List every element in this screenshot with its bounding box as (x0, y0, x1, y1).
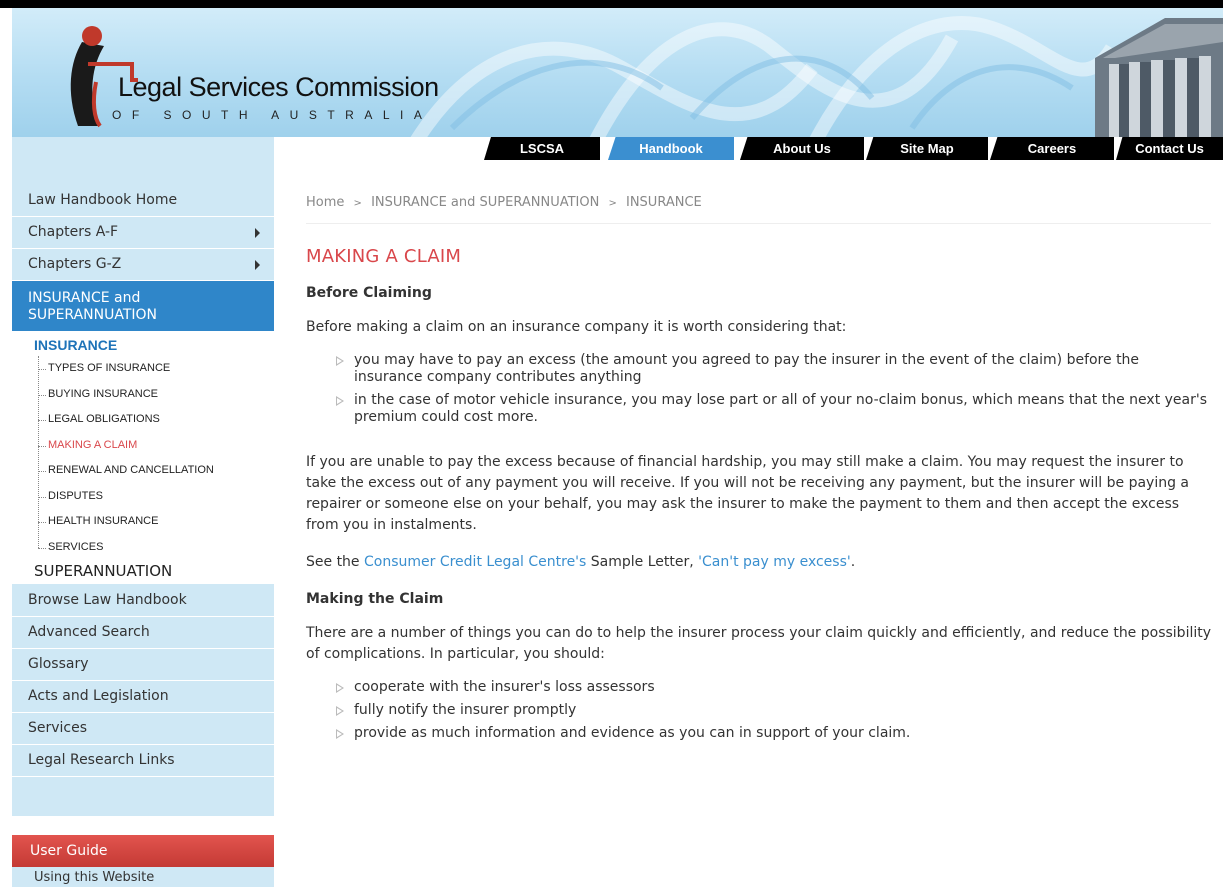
sidebar-item-label: Chapters A-F (28, 224, 119, 240)
sidebar-subsection: INSURANCE TYPES OF INSURANCE BUYING INSU… (12, 332, 274, 585)
sidebar-sub-item-types-of-insurance[interactable]: TYPES OF INSURANCE (38, 356, 274, 382)
tab-careers[interactable]: Careers (990, 137, 1114, 160)
consumer-credit-legal-centre-link[interactable]: Consumer Credit Legal Centre's (364, 554, 586, 570)
sidebar-sub-item-renewal-and-cancellation[interactable]: RENEWAL AND CANCELLATION (38, 458, 274, 484)
sidebar-sub-list: TYPES OF INSURANCE BUYING INSURANCE LEGA… (12, 356, 274, 560)
sidebar-item-label: Law Handbook Home (28, 192, 178, 208)
section-heading-before-claiming: Before Claiming (306, 285, 432, 301)
breadcrumb-separator: > (608, 198, 617, 209)
tab-lscsa[interactable]: LSCSA (484, 137, 600, 160)
sidebar-sub-item-services[interactable]: SERVICES (38, 535, 274, 561)
sidebar-sub-item-making-a-claim[interactable]: MAKING A CLAIM (38, 433, 274, 459)
sidebar-sub-item-buying-insurance[interactable]: BUYING INSURANCE (38, 382, 274, 408)
cant-pay-my-excess-link[interactable]: 'Can't pay my excess' (698, 554, 851, 570)
breadcrumb-insurance-link[interactable]: INSURANCE (626, 195, 702, 210)
chevron-right-icon (255, 228, 260, 238)
sidebar-item-law-handbook-home[interactable]: Law Handbook Home (12, 185, 274, 217)
sidebar-sub-item-health-insurance[interactable]: HEALTH INSURANCE (38, 509, 274, 535)
sidebar-item-acts-and-legislation[interactable]: Acts and Legislation (12, 681, 274, 713)
brand-title: Legal Services Commission (118, 72, 439, 102)
user-guide-item-using-this-website[interactable]: Using this Website (12, 867, 274, 887)
top-black-bar (0, 0, 1223, 8)
sidebar-spacer (12, 777, 274, 817)
page-title: MAKING A CLAIM (306, 246, 462, 267)
see-middle-text: Sample Letter, (586, 554, 699, 570)
sidebar-item-browse-law-handbook[interactable]: Browse Law Handbook (12, 585, 274, 617)
paragraph-financial-hardship: If you are unable to pay the excess beca… (306, 454, 1189, 533)
brand-subtitle: OF SOUTH AUSTRALIA (112, 108, 433, 122)
list-item: in the case of motor vehicle insurance, … (336, 392, 1211, 426)
tab-about-us[interactable]: About Us (740, 137, 864, 160)
sidebar-item-chapters-g-z[interactable]: Chapters G-Z (12, 249, 274, 281)
section-heading-making-the-claim: Making the Claim (306, 591, 444, 607)
sidebar-item-glossary[interactable]: Glossary (12, 649, 274, 681)
tab-handbook[interactable]: Handbook (608, 137, 734, 160)
sidebar-sub-item-disputes[interactable]: DISPUTES (38, 484, 274, 510)
chevron-right-icon (255, 260, 260, 270)
building-columns-image (1095, 18, 1223, 137)
sidebar-item-legal-research-links[interactable]: Legal Research Links (12, 745, 274, 777)
list-item: fully notify the insurer promptly (336, 702, 1211, 719)
sidebar-item-label: Chapters G-Z (28, 256, 122, 272)
sidebar: Law Handbook Home Chapters A-F Chapters … (12, 185, 274, 817)
tab-site-map[interactable]: Site Map (866, 137, 988, 160)
sidebar-item-advanced-search[interactable]: Advanced Search (12, 617, 274, 649)
breadcrumb: Home > INSURANCE and SUPERANNUATION > IN… (306, 185, 1211, 224)
paragraph-making-the-claim-intro: There are a number of things you can do … (306, 625, 1212, 662)
sidebar-header-background (12, 137, 274, 185)
paragraph-before-claiming-intro: Before making a claim on an insurance co… (306, 319, 847, 335)
breadcrumb-insurance-and-superannuation-link[interactable]: INSURANCE and SUPERANNUATION (371, 195, 599, 210)
header-swirl-graphic (410, 16, 1112, 137)
list-item: provide as much information and evidence… (336, 725, 1211, 742)
sidebar-sub-heading-insurance[interactable]: INSURANCE (12, 334, 274, 356)
bullet-list-making-the-claim: cooperate with the insurer's loss assess… (306, 679, 1211, 742)
user-guide-header: User Guide (12, 835, 274, 867)
sidebar-sub-heading-superannuation[interactable]: SUPERANNUATION (12, 560, 274, 585)
breadcrumb-separator: > (353, 198, 362, 209)
tab-contact-us[interactable]: Contact Us (1116, 137, 1223, 160)
list-item: you may have to pay an excess (the amoun… (336, 352, 1211, 386)
sidebar-item-insurance-and-superannuation[interactable]: INSURANCE and SUPERANNUATION (12, 281, 274, 332)
main-content: Home > INSURANCE and SUPERANNUATION > IN… (306, 185, 1211, 748)
see-suffix-text: . (850, 554, 856, 570)
sidebar-item-chapters-a-f[interactable]: Chapters A-F (12, 217, 274, 249)
paragraph-see-consumer-credit: See the Consumer Credit Legal Centre's S… (306, 552, 1211, 573)
site-header: Legal Services Commission OF SOUTH AUSTR… (12, 8, 1223, 137)
breadcrumb-home-link[interactable]: Home (306, 195, 344, 210)
sidebar-item-services[interactable]: Services (12, 713, 274, 745)
see-prefix-text: See the (306, 554, 364, 570)
sidebar-sub-item-legal-obligations[interactable]: LEGAL OBLIGATIONS (38, 407, 274, 433)
list-item: cooperate with the insurer's loss assess… (336, 679, 1211, 696)
bullet-list-before-claiming: you may have to pay an excess (the amoun… (306, 352, 1211, 426)
